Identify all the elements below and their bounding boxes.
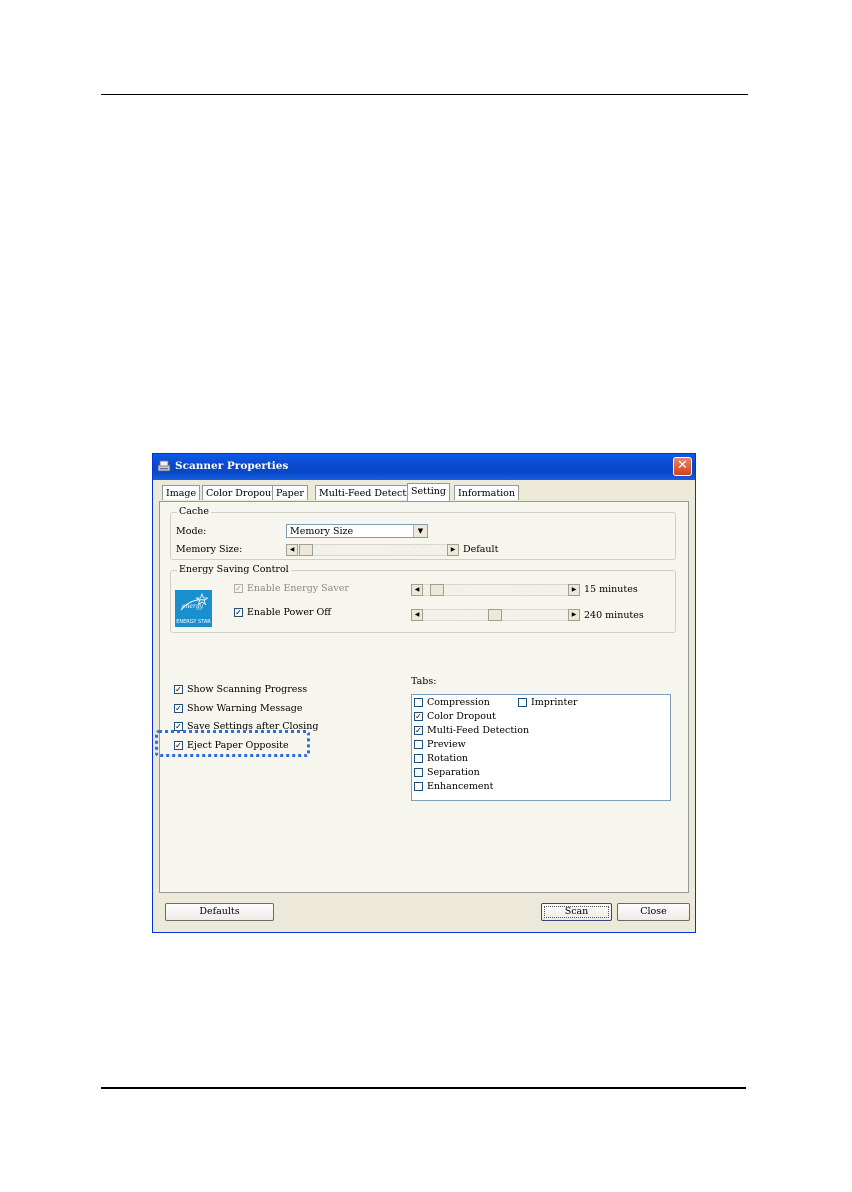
list-item-label: Color Dropout <box>427 711 496 722</box>
enable-power-off-label: Enable Power Off <box>247 607 332 618</box>
enable-energy-saver-checkbox[interactable]: ✓ <box>234 584 243 593</box>
color-dropout-checkbox[interactable]: ✓ <box>414 712 423 721</box>
energy-saver-slider-thumb[interactable] <box>430 584 444 596</box>
arrow-left-icon[interactable]: ◀ <box>411 609 423 621</box>
scan-button-label: Scan <box>544 906 609 918</box>
cache-group-label: Cache <box>177 506 211 517</box>
enable-energy-saver-label: Enable Energy Saver <box>247 583 349 594</box>
show-scanning-progress-label: Show Scanning Progress <box>187 684 308 695</box>
energy-star-logo-text: ENERGY STAR <box>176 619 211 625</box>
arrow-right-icon[interactable]: ▶ <box>568 609 580 621</box>
page-header-rule <box>101 94 748 95</box>
rotation-checkbox[interactable] <box>414 754 423 763</box>
tab-setting[interactable]: Setting <box>407 483 451 501</box>
arrow-left-icon[interactable]: ◀ <box>411 584 423 596</box>
tab-image[interactable]: Image <box>162 485 201 500</box>
energy-saving-group-label: Energy Saving Control <box>177 564 291 575</box>
multi-feed-detection-checkbox[interactable]: ✓ <box>414 726 423 735</box>
enable-power-off-checkbox[interactable]: ✓ <box>234 608 243 617</box>
defaults-button[interactable]: Defaults <box>165 903 274 921</box>
page-footer-rule <box>101 1087 746 1089</box>
power-off-slider[interactable]: ◀ ▶ <box>411 609 580 621</box>
chevron-down-icon[interactable]: ▼ <box>413 525 427 537</box>
eject-paper-opposite-highlight <box>155 730 310 757</box>
arrow-left-icon[interactable]: ◀ <box>286 544 298 556</box>
list-item-label: Separation <box>427 767 480 778</box>
memory-size-value: Default <box>463 544 499 555</box>
imprinter-checkbox[interactable] <box>518 698 527 707</box>
power-off-slider-thumb[interactable] <box>488 609 502 621</box>
list-item-label: Preview <box>427 739 466 750</box>
close-button[interactable]: Close <box>617 903 690 921</box>
setting-tab-panel: Cache Mode: Memory Size ▼ Memory Size: ◀… <box>159 501 689 893</box>
cache-group: Cache Mode: Memory Size ▼ Memory Size: ◀… <box>170 506 676 560</box>
tab-color-dropout[interactable]: Color Dropout <box>202 485 279 500</box>
tabs-list-label: Tabs: <box>411 676 437 687</box>
arrow-right-icon[interactable]: ▶ <box>568 584 580 596</box>
show-warning-message-label: Show Warning Message <box>187 703 303 714</box>
scan-button[interactable]: Scan <box>541 903 612 921</box>
list-item-label: Compression <box>427 697 490 708</box>
scanner-properties-window: Scanner Properties ✕ Image Color Dropout… <box>152 453 696 933</box>
memory-size-slider[interactable]: ◀ ▶ <box>286 544 459 556</box>
memory-size-slider-track[interactable] <box>298 544 447 556</box>
list-item-label: Imprinter <box>531 697 578 708</box>
energy-star-logo-icon: energy ENERGY STAR <box>175 590 212 627</box>
close-window-button[interactable]: ✕ <box>673 457 692 476</box>
energy-saving-group: Energy Saving Control energy ENERGY STAR… <box>170 564 676 633</box>
list-item-label: Enhancement <box>427 781 494 792</box>
arrow-right-icon[interactable]: ▶ <box>447 544 459 556</box>
preview-checkbox[interactable] <box>414 740 423 749</box>
memory-size-label: Memory Size: <box>176 544 243 555</box>
energy-saver-value: 15 minutes <box>584 584 638 595</box>
separation-checkbox[interactable] <box>414 768 423 777</box>
svg-text:energy: energy <box>182 603 204 610</box>
tab-paper[interactable]: Paper <box>272 485 308 500</box>
list-item-label: Rotation <box>427 753 469 764</box>
compression-checkbox[interactable] <box>414 698 423 707</box>
power-off-value: 240 minutes <box>584 610 644 621</box>
window-title: Scanner Properties <box>175 460 289 472</box>
show-warning-message-checkbox[interactable]: ✓ <box>174 704 183 713</box>
list-item-label: Multi-Feed Detection <box>427 725 530 736</box>
energy-saver-slider-track[interactable] <box>423 584 568 596</box>
mode-select-value: Memory Size <box>290 526 354 537</box>
title-bar[interactable]: Scanner Properties ✕ <box>153 454 695 480</box>
energy-star-icon: energy <box>180 592 209 611</box>
mode-select[interactable]: Memory Size ▼ <box>286 524 428 538</box>
show-scanning-progress-checkbox[interactable]: ✓ <box>174 685 183 694</box>
scanner-icon <box>157 460 171 472</box>
tabs-listbox[interactable]: Compression Imprinter ✓ Color Dropout ✓ … <box>411 694 671 801</box>
tab-information[interactable]: Information <box>454 485 520 500</box>
memory-size-slider-thumb[interactable] <box>299 544 313 556</box>
energy-saver-slider[interactable]: ◀ ▶ <box>411 584 580 596</box>
enhancement-checkbox[interactable] <box>414 782 423 791</box>
mode-label: Mode: <box>176 526 207 537</box>
